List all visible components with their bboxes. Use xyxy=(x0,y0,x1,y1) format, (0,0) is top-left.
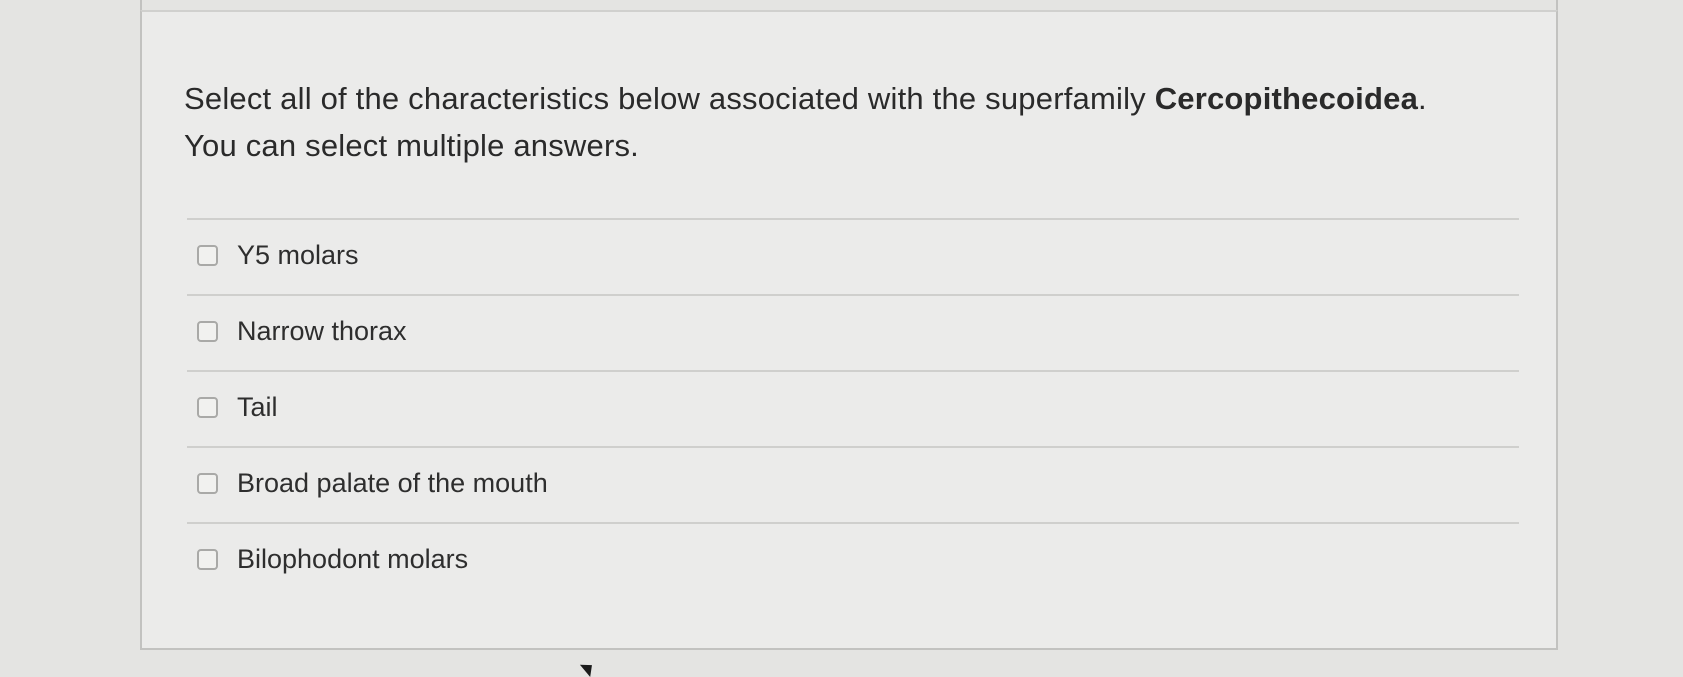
prompt-instruction: You can select multiple answers. xyxy=(184,128,639,163)
checkbox[interactable] xyxy=(197,473,218,494)
prompt-text: Select all of the characteristics below … xyxy=(184,81,1155,116)
answer-label: Y5 molars xyxy=(237,240,359,270)
card-top-edge xyxy=(140,0,1558,10)
checkbox[interactable] xyxy=(197,321,218,342)
checkbox[interactable] xyxy=(197,549,218,570)
question-card: Select all of the characteristics below … xyxy=(140,10,1558,650)
checkbox[interactable] xyxy=(197,397,218,418)
answer-option[interactable]: Narrow thorax xyxy=(187,294,1519,370)
answer-option[interactable]: Y5 molars xyxy=(187,218,1519,294)
prompt-period: . xyxy=(1418,81,1427,116)
answer-list: Y5 molars Narrow thorax Tail Broad palat… xyxy=(187,218,1519,598)
answer-label: Broad palate of the mouth xyxy=(237,468,548,498)
answer-label: Tail xyxy=(237,392,278,422)
answer-option[interactable]: Bilophodont molars xyxy=(187,522,1519,598)
answer-option[interactable]: Tail xyxy=(187,370,1519,446)
checkbox[interactable] xyxy=(197,245,218,266)
question-prompt: Select all of the characteristics below … xyxy=(184,75,1524,169)
answer-option[interactable]: Broad palate of the mouth xyxy=(187,446,1519,522)
mouse-pointer-icon xyxy=(579,658,598,677)
answer-label: Narrow thorax xyxy=(237,316,407,346)
answer-label: Bilophodont molars xyxy=(237,544,469,574)
prompt-emphasis: Cercopithecoidea xyxy=(1154,81,1419,116)
